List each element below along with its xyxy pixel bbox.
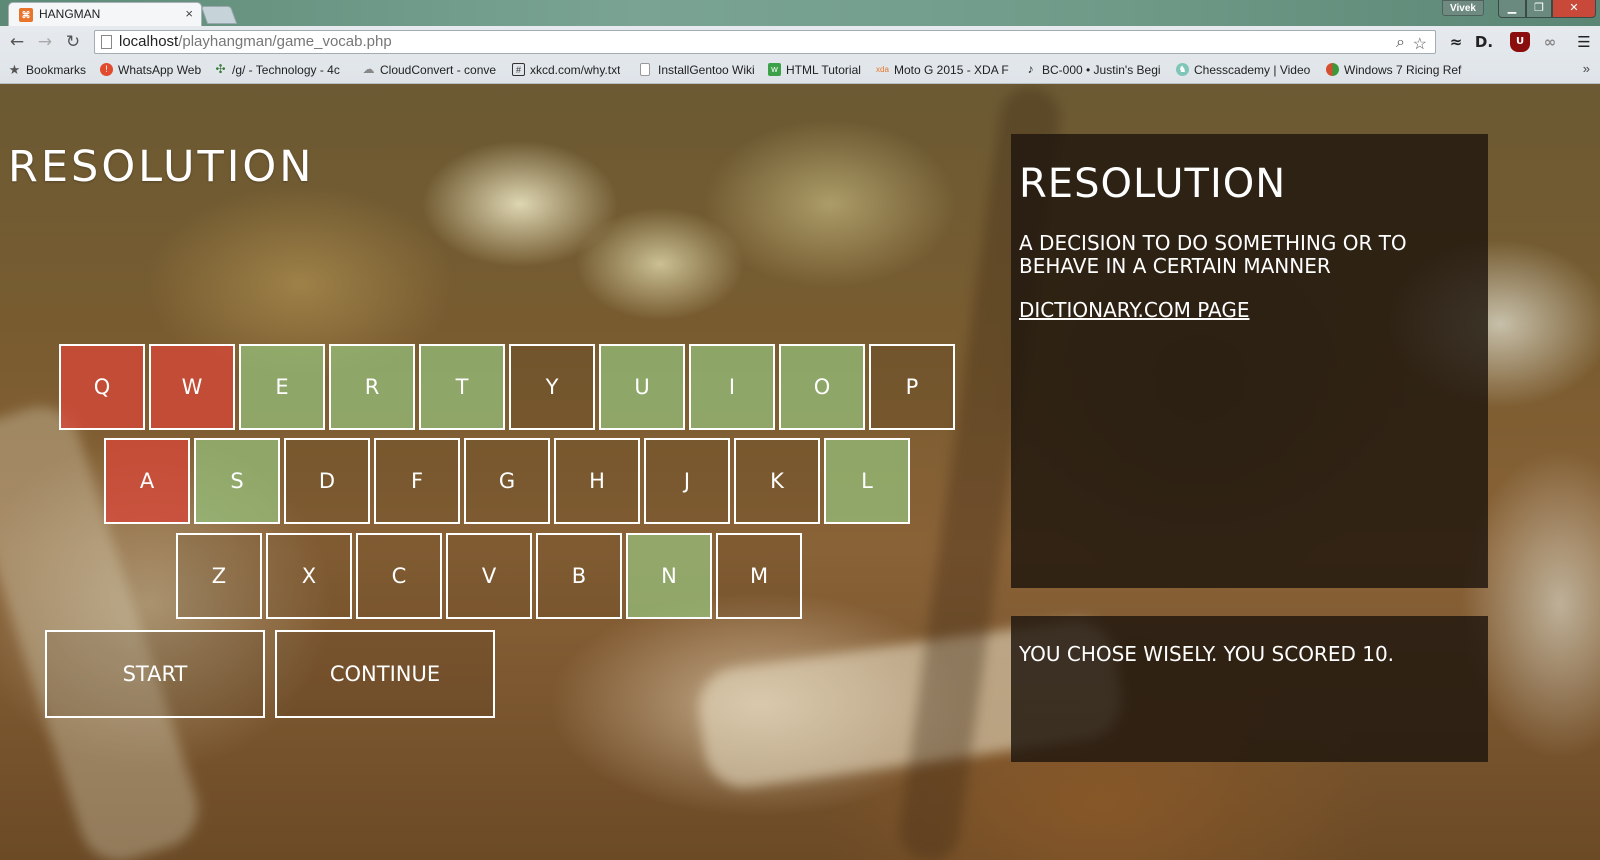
new-tab-button[interactable]: [200, 6, 238, 24]
bookmark-item[interactable]: ! WhatsApp Web: [100, 61, 201, 79]
bookmark-item[interactable]: ★ Bookmarks: [8, 61, 86, 79]
xkcd-icon: #: [512, 63, 525, 76]
key-b[interactable]: B: [536, 533, 622, 619]
browser-tab[interactable]: ⌘ HANGMAN ×: [8, 2, 202, 26]
guitar-icon: ♪: [1027, 62, 1034, 76]
key-r[interactable]: R: [329, 344, 415, 430]
result-message: You chose wisely. You scored 10.: [1019, 642, 1395, 666]
url-path: /playhangman/game_vocab.php: [178, 33, 392, 50]
key-u[interactable]: U: [599, 344, 685, 430]
bookmark-item[interactable]: ✣/g/ - Technology - 4c: [214, 61, 350, 79]
bookmark-item[interactable]: w HTML Tutorial: [768, 61, 861, 79]
cloud-icon: ☁: [362, 62, 375, 76]
navigation-bar: ← → ↻ localhost/playhangman/game_vocab.p…: [0, 27, 1600, 57]
clover-icon: ✣: [215, 62, 226, 76]
bookmark-item[interactable]: ♞ Chesscademy | Video: [1176, 61, 1312, 79]
word-heading: RESOLUTION: [8, 142, 315, 192]
result-panel: You chose wisely. You scored 10.: [1011, 616, 1488, 762]
ublock-icon[interactable]: U: [1510, 32, 1530, 52]
chevron-right-icon[interactable]: »: [1583, 61, 1590, 76]
bookmark-item[interactable]: # xkcd.com/why.txt: [512, 61, 620, 79]
search-icon[interactable]: ⌕: [1396, 34, 1405, 52]
maximize-button[interactable]: ❐: [1526, 0, 1552, 18]
whatsapp-icon: !: [100, 63, 113, 76]
back-button[interactable]: ←: [6, 31, 28, 53]
page-icon: [101, 35, 112, 49]
extension-icon[interactable]: ∞: [1540, 32, 1560, 52]
key-t[interactable]: T: [419, 344, 505, 430]
key-c[interactable]: C: [356, 533, 442, 619]
bookmark-item[interactable]: xda Moto G 2015 - XDA F: [876, 61, 1012, 79]
key-l[interactable]: L: [824, 438, 910, 524]
bookmark-item[interactable]: ☁ CloudConvert - conve: [362, 61, 498, 79]
close-window-button[interactable]: ✕: [1552, 0, 1596, 18]
title-bar: ⌘ HANGMAN × Vivek ▁ ❐ ✕: [0, 0, 1600, 26]
profile-button[interactable]: Vivek: [1442, 0, 1484, 16]
bookmark-item[interactable]: Windows 7 Ricing Ref: [1326, 61, 1466, 79]
start-button[interactable]: START: [45, 630, 265, 718]
key-y[interactable]: Y: [509, 344, 595, 430]
game-page: RESOLUTION Q W E R T Y U I O P A S D F G…: [0, 84, 1600, 860]
disconnect-icon[interactable]: D.: [1474, 32, 1494, 52]
bookmark-star-icon[interactable]: ☆: [1413, 34, 1427, 54]
key-h[interactable]: H: [554, 438, 640, 524]
key-q[interactable]: Q: [59, 344, 145, 430]
url-host: localhost: [119, 33, 179, 50]
definition-word: RESOLUTION: [1019, 161, 1287, 207]
xampp-icon: ⌘: [19, 8, 33, 22]
key-x[interactable]: X: [266, 533, 352, 619]
definition-text: A decision to do something or to behave …: [1019, 231, 1407, 278]
key-w[interactable]: W: [149, 344, 235, 430]
key-m[interactable]: M: [716, 533, 802, 619]
key-g[interactable]: G: [464, 438, 550, 524]
key-f[interactable]: F: [374, 438, 460, 524]
key-s[interactable]: S: [194, 438, 280, 524]
xda-icon: xda: [876, 65, 889, 74]
bookmark-item[interactable]: ♪ BC-000 • Justin's Begi: [1024, 61, 1164, 79]
chess-icon: ♞: [1176, 63, 1189, 76]
key-a[interactable]: A: [104, 438, 190, 524]
bookmarks-bar: ★ Bookmarks ! WhatsApp Web ✣/g/ - Technolo…: [0, 59, 1600, 81]
key-k[interactable]: K: [734, 438, 820, 524]
address-bar[interactable]: localhost/playhangman/game_vocab.php ⌕ ☆: [94, 30, 1436, 54]
minimize-button[interactable]: ▁: [1498, 0, 1526, 18]
page-icon: [640, 63, 650, 76]
continue-button[interactable]: CONTINUE: [275, 630, 495, 718]
key-o[interactable]: O: [779, 344, 865, 430]
bookmark-item[interactable]: InstallGentoo Wiki: [640, 61, 755, 79]
dictionary-link[interactable]: Dictionary.com page: [1019, 298, 1249, 322]
key-p[interactable]: P: [869, 344, 955, 430]
key-e[interactable]: E: [239, 344, 325, 430]
key-v[interactable]: V: [446, 533, 532, 619]
key-n[interactable]: N: [626, 533, 712, 619]
w3-icon: w: [768, 63, 781, 76]
tab-close-icon[interactable]: ×: [185, 6, 193, 21]
key-i[interactable]: I: [689, 344, 775, 430]
forward-button[interactable]: →: [34, 31, 56, 53]
extension-icon[interactable]: ≈: [1446, 32, 1466, 52]
browser-chrome: ⌘ HANGMAN × Vivek ▁ ❐ ✕ ← → ↻ localhost/…: [0, 0, 1600, 84]
key-j[interactable]: J: [644, 438, 730, 524]
menu-icon[interactable]: ☰: [1574, 32, 1594, 52]
key-d[interactable]: D: [284, 438, 370, 524]
definition-panel: RESOLUTION A decision to do something or…: [1011, 134, 1488, 588]
tab-title: HANGMAN: [39, 7, 101, 21]
windows-icon: [1326, 63, 1339, 76]
reload-button[interactable]: ↻: [62, 31, 84, 53]
key-z[interactable]: Z: [176, 533, 262, 619]
star-icon: ★: [8, 62, 21, 77]
